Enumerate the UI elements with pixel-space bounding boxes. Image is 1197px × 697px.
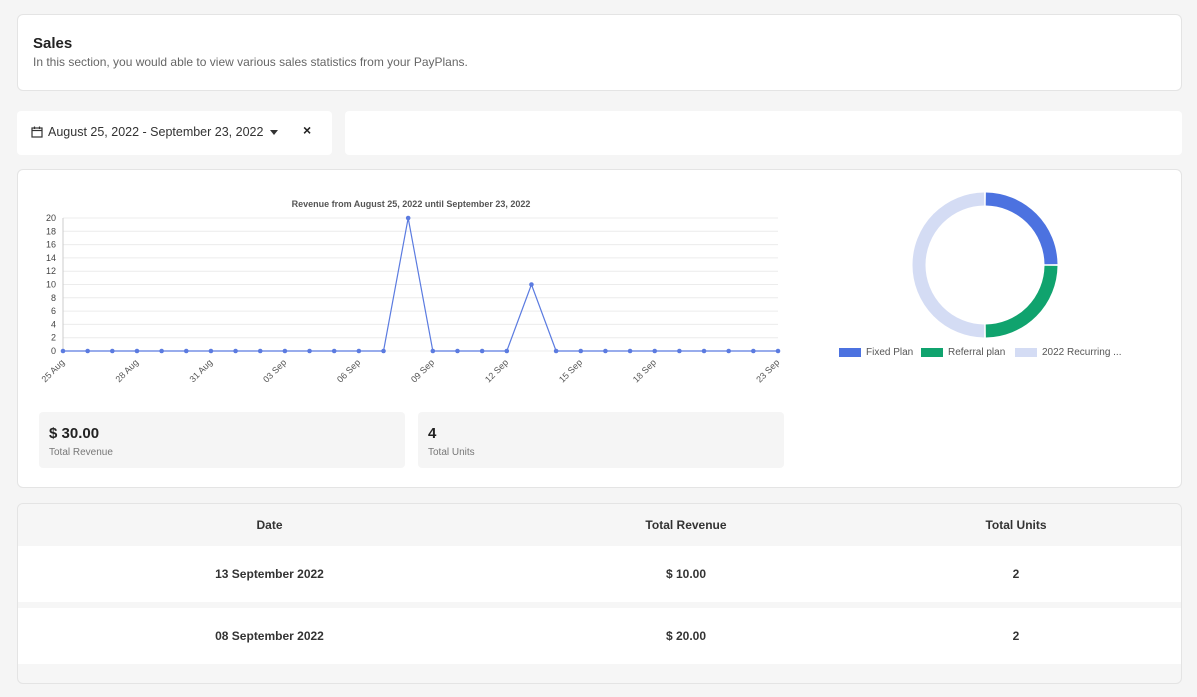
data-point[interactable] bbox=[726, 348, 731, 354]
y-tick-label: 16 bbox=[46, 240, 56, 250]
legend-swatch bbox=[839, 348, 861, 357]
cell-date: 13 September 2022 bbox=[215, 567, 324, 581]
cell-date: 08 September 2022 bbox=[215, 629, 324, 643]
x-tick-label: 03 Sep bbox=[261, 357, 288, 384]
filter-panel bbox=[345, 111, 1182, 155]
data-point[interactable] bbox=[603, 348, 608, 354]
y-tick-label: 4 bbox=[51, 319, 56, 329]
data-point[interactable] bbox=[331, 348, 337, 354]
date-range-text[interactable]: August 25, 2022 - September 23, 2022 bbox=[48, 125, 263, 139]
data-point[interactable] bbox=[183, 348, 189, 354]
x-tick-label: 31 Aug bbox=[187, 357, 214, 384]
data-point[interactable] bbox=[257, 348, 263, 354]
sales-table: Date Total Revenue Total Units 13 Septem… bbox=[17, 503, 1182, 684]
y-tick-label: 8 bbox=[51, 293, 56, 303]
chart-card: Revenue from August 25, 2022 until Septe… bbox=[17, 169, 1182, 488]
x-tick-label: 09 Sep bbox=[409, 357, 436, 384]
data-point[interactable] bbox=[553, 348, 559, 354]
data-point[interactable] bbox=[627, 348, 633, 354]
data-point[interactable] bbox=[381, 348, 386, 354]
table-header-row: Date Total Revenue Total Units bbox=[18, 504, 1181, 546]
total-revenue-label: Total Revenue bbox=[49, 447, 113, 458]
donut-slice[interactable] bbox=[985, 192, 1058, 265]
chart-title: Revenue from August 25, 2022 until Septe… bbox=[292, 199, 531, 209]
data-point[interactable] bbox=[307, 348, 312, 354]
legend-item-fixed-plan[interactable]: Fixed Plan bbox=[839, 347, 913, 358]
data-point[interactable] bbox=[504, 348, 510, 354]
data-point[interactable] bbox=[578, 348, 584, 354]
table-row: 13 September 2022 $ 10.00 2 bbox=[18, 546, 1181, 602]
data-point[interactable] bbox=[455, 348, 460, 354]
y-tick-label: 10 bbox=[46, 280, 56, 290]
data-point[interactable] bbox=[479, 348, 485, 354]
data-point[interactable] bbox=[134, 348, 140, 354]
cell-total-units: 2 bbox=[1012, 567, 1020, 581]
data-point[interactable] bbox=[677, 348, 682, 354]
cell-total-revenue: $ 20.00 bbox=[665, 629, 707, 643]
calendar-icon bbox=[31, 126, 43, 138]
data-point[interactable] bbox=[233, 348, 238, 354]
x-tick-label: 18 Sep bbox=[631, 357, 658, 384]
data-point[interactable] bbox=[60, 348, 66, 354]
data-point[interactable] bbox=[701, 348, 707, 354]
data-point[interactable] bbox=[529, 282, 534, 287]
plan-donut-chart bbox=[912, 192, 1058, 338]
total-units-label: Total Units bbox=[428, 447, 475, 458]
y-tick-label: 18 bbox=[46, 226, 56, 236]
y-tick-label: 2 bbox=[51, 333, 56, 343]
y-tick-label: 20 bbox=[46, 213, 56, 223]
donut-slice[interactable] bbox=[912, 192, 985, 338]
table-row: 08 September 2022 $ 20.00 2 bbox=[18, 608, 1181, 664]
data-point[interactable] bbox=[405, 215, 411, 221]
column-header-total-units[interactable]: Total Units bbox=[851, 518, 1181, 532]
total-revenue-value: $ 30.00 bbox=[49, 425, 100, 442]
total-units-value: 4 bbox=[428, 425, 437, 442]
caret-down-icon[interactable] bbox=[270, 130, 278, 135]
y-tick-label: 0 bbox=[51, 346, 56, 356]
page-subtitle: In this section, you would able to view … bbox=[33, 55, 468, 69]
cell-total-units: 2 bbox=[1012, 629, 1020, 643]
x-tick-label: 15 Sep bbox=[557, 357, 584, 384]
legend-item-recurring[interactable]: 2022 Recurring ... bbox=[1015, 347, 1122, 358]
data-point[interactable] bbox=[356, 348, 362, 354]
column-header-date[interactable]: Date bbox=[18, 518, 521, 532]
y-tick-label: 12 bbox=[46, 266, 56, 276]
data-point[interactable] bbox=[110, 348, 115, 354]
total-units-stat: 4 Total Units bbox=[418, 412, 784, 468]
revenue-line-chart: Revenue from August 25, 2022 until Septe… bbox=[40, 199, 782, 385]
legend-item-referral-plan[interactable]: Referral plan bbox=[921, 347, 1005, 358]
data-point[interactable] bbox=[208, 348, 214, 354]
data-point[interactable] bbox=[85, 348, 90, 354]
legend-label: 2022 Recurring ... bbox=[1042, 347, 1122, 358]
cell-total-revenue: $ 10.00 bbox=[665, 567, 707, 581]
x-tick-label: 23 Sep bbox=[754, 357, 781, 384]
donut-slice[interactable] bbox=[985, 265, 1058, 338]
x-tick-label: 25 Aug bbox=[40, 357, 67, 384]
legend-label: Fixed Plan bbox=[866, 347, 914, 358]
date-range-filter[interactable]: August 25, 2022 - September 23, 2022 × bbox=[17, 111, 332, 155]
data-point[interactable] bbox=[430, 348, 436, 354]
x-tick-label: 28 Aug bbox=[113, 357, 140, 384]
legend-swatch bbox=[921, 348, 943, 357]
data-point[interactable] bbox=[159, 348, 164, 354]
data-point[interactable] bbox=[652, 348, 658, 354]
y-tick-label: 6 bbox=[51, 306, 56, 316]
x-tick-label: 06 Sep bbox=[335, 357, 362, 384]
data-point[interactable] bbox=[282, 348, 288, 354]
legend-swatch bbox=[1015, 348, 1037, 357]
page-title: Sales bbox=[33, 35, 73, 52]
data-point[interactable] bbox=[775, 348, 781, 354]
legend-label: Referral plan bbox=[948, 347, 1006, 358]
data-point[interactable] bbox=[751, 348, 756, 354]
column-header-total-revenue[interactable]: Total Revenue bbox=[521, 518, 851, 532]
clear-date-button[interactable]: × bbox=[303, 122, 311, 138]
total-revenue-stat: $ 30.00 Total Revenue bbox=[39, 412, 405, 468]
page-header: Sales In this section, you would able to… bbox=[17, 14, 1182, 91]
x-tick-label: 12 Sep bbox=[483, 357, 510, 384]
y-tick-label: 14 bbox=[46, 253, 56, 263]
